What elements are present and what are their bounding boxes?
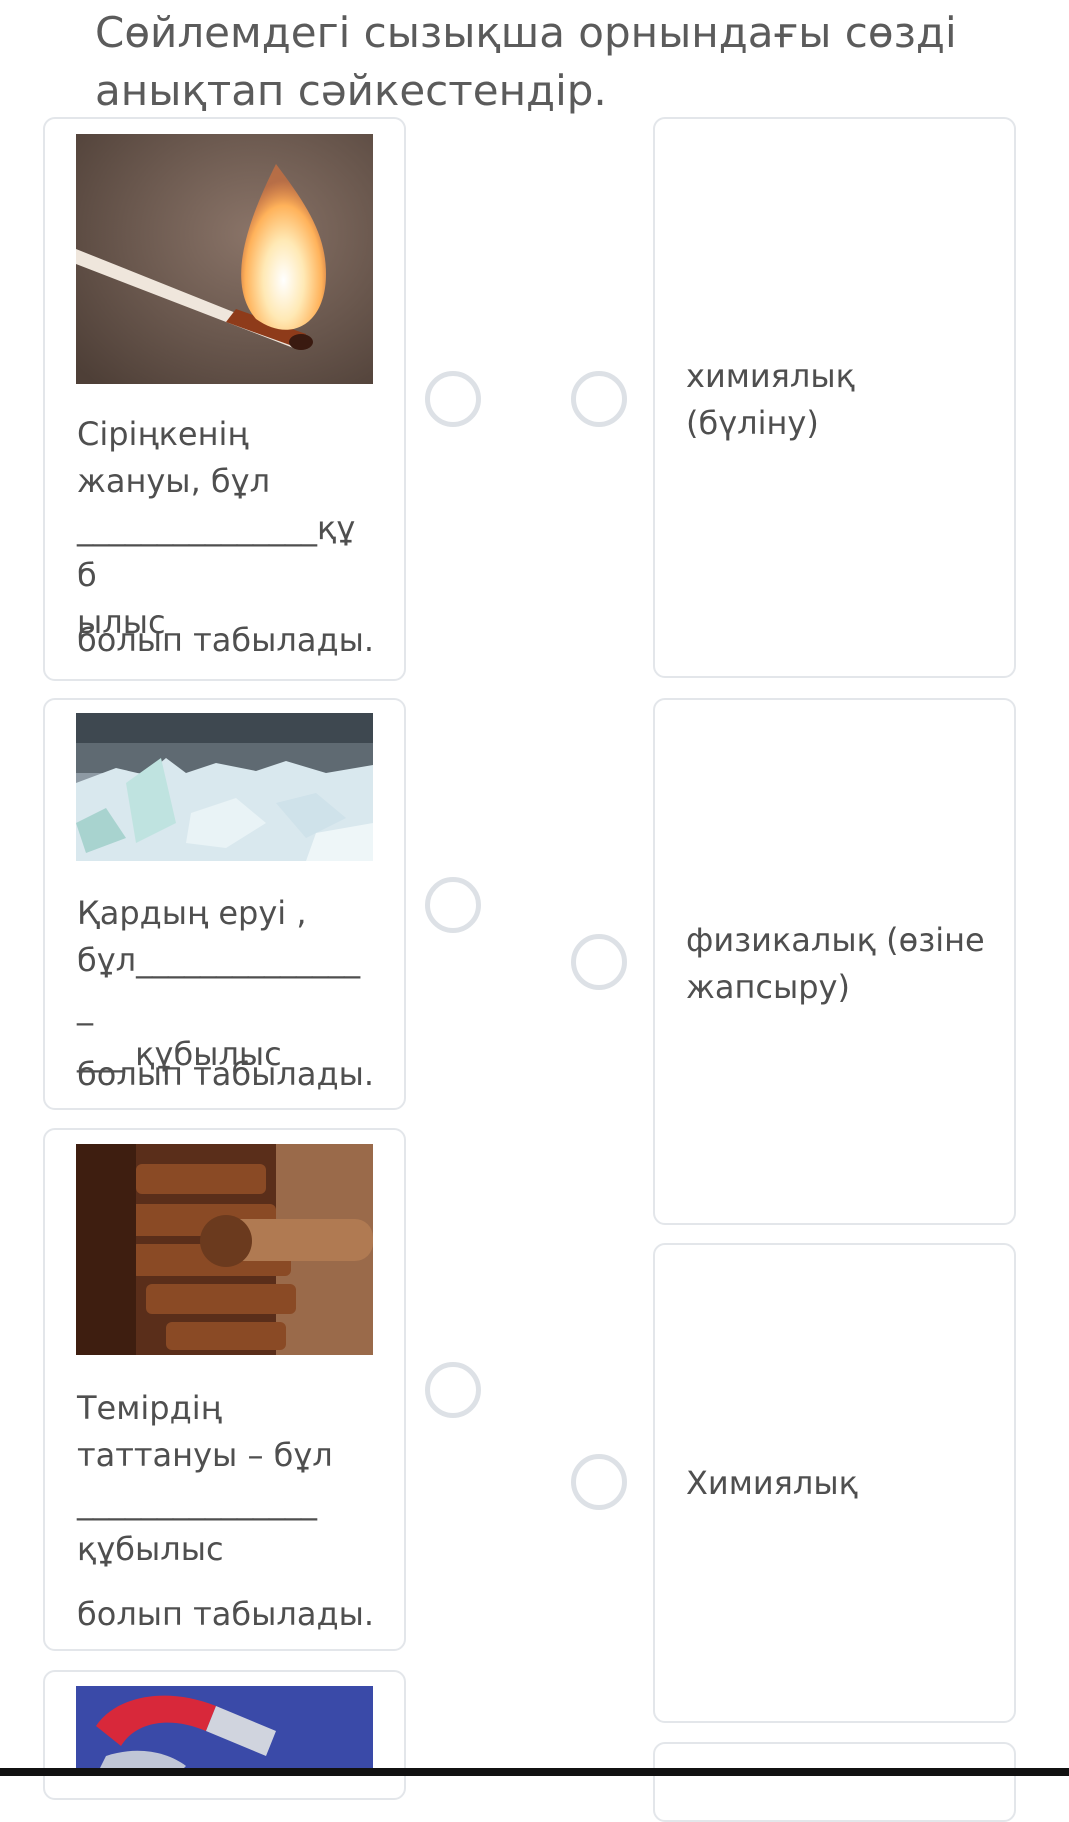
magnet-image bbox=[76, 1686, 373, 1776]
left-radio-1[interactable] bbox=[425, 371, 481, 427]
right-item-text: физикалық (өзіне жапсыру) bbox=[686, 921, 985, 1006]
question-title: Сөйлемдегі сызықша орнындағы сөзді анықт… bbox=[95, 8, 957, 115]
left-item-text: Қардың еруі , бұл_______________ ___ құб… bbox=[77, 894, 361, 1073]
burning-match-image bbox=[76, 134, 373, 384]
left-item-text: Темірдің таттануы – бұл _______________ … bbox=[77, 1389, 333, 1568]
right-item-text: Химиялық bbox=[686, 1464, 858, 1502]
left-item-text: Сіріңкенің жануы, бұл _______________құб… bbox=[77, 415, 356, 641]
left-item-ice: Қардың еруі , бұл_______________ ___ құб… bbox=[43, 698, 406, 1110]
right-radio-1[interactable] bbox=[571, 371, 627, 427]
left-item-magnet bbox=[43, 1670, 406, 1800]
left-radio-2[interactable] bbox=[425, 877, 481, 933]
left-item-rust: Темірдің таттануы – бұл _______________ … bbox=[43, 1128, 406, 1651]
left-radio-3[interactable] bbox=[425, 1362, 481, 1418]
left-item-tail: болып табылады. bbox=[77, 621, 374, 659]
left-item-tail: болып табылады. bbox=[77, 1595, 374, 1633]
right-item-chemical[interactable]: Химиялық bbox=[653, 1243, 1016, 1723]
rusty-gears-image bbox=[76, 1144, 373, 1355]
right-item-partial[interactable] bbox=[653, 1742, 1016, 1822]
right-radio-2[interactable] bbox=[571, 934, 627, 990]
right-radio-3[interactable] bbox=[571, 1454, 627, 1510]
right-item-physical-attraction[interactable]: физикалық (өзіне жапсыру) bbox=[653, 698, 1016, 1225]
right-item-chemical-spoilage[interactable]: химиялық (бүліну) bbox=[653, 117, 1016, 678]
left-item-tail: болып табылады. bbox=[77, 1055, 374, 1093]
left-item-match: Сіріңкенің жануы, бұл _______________құб… bbox=[43, 117, 406, 681]
screen-bottom-edge bbox=[0, 1768, 1069, 1776]
melting-ice-image bbox=[76, 713, 373, 861]
right-item-text: химиялық (бүліну) bbox=[686, 357, 855, 442]
